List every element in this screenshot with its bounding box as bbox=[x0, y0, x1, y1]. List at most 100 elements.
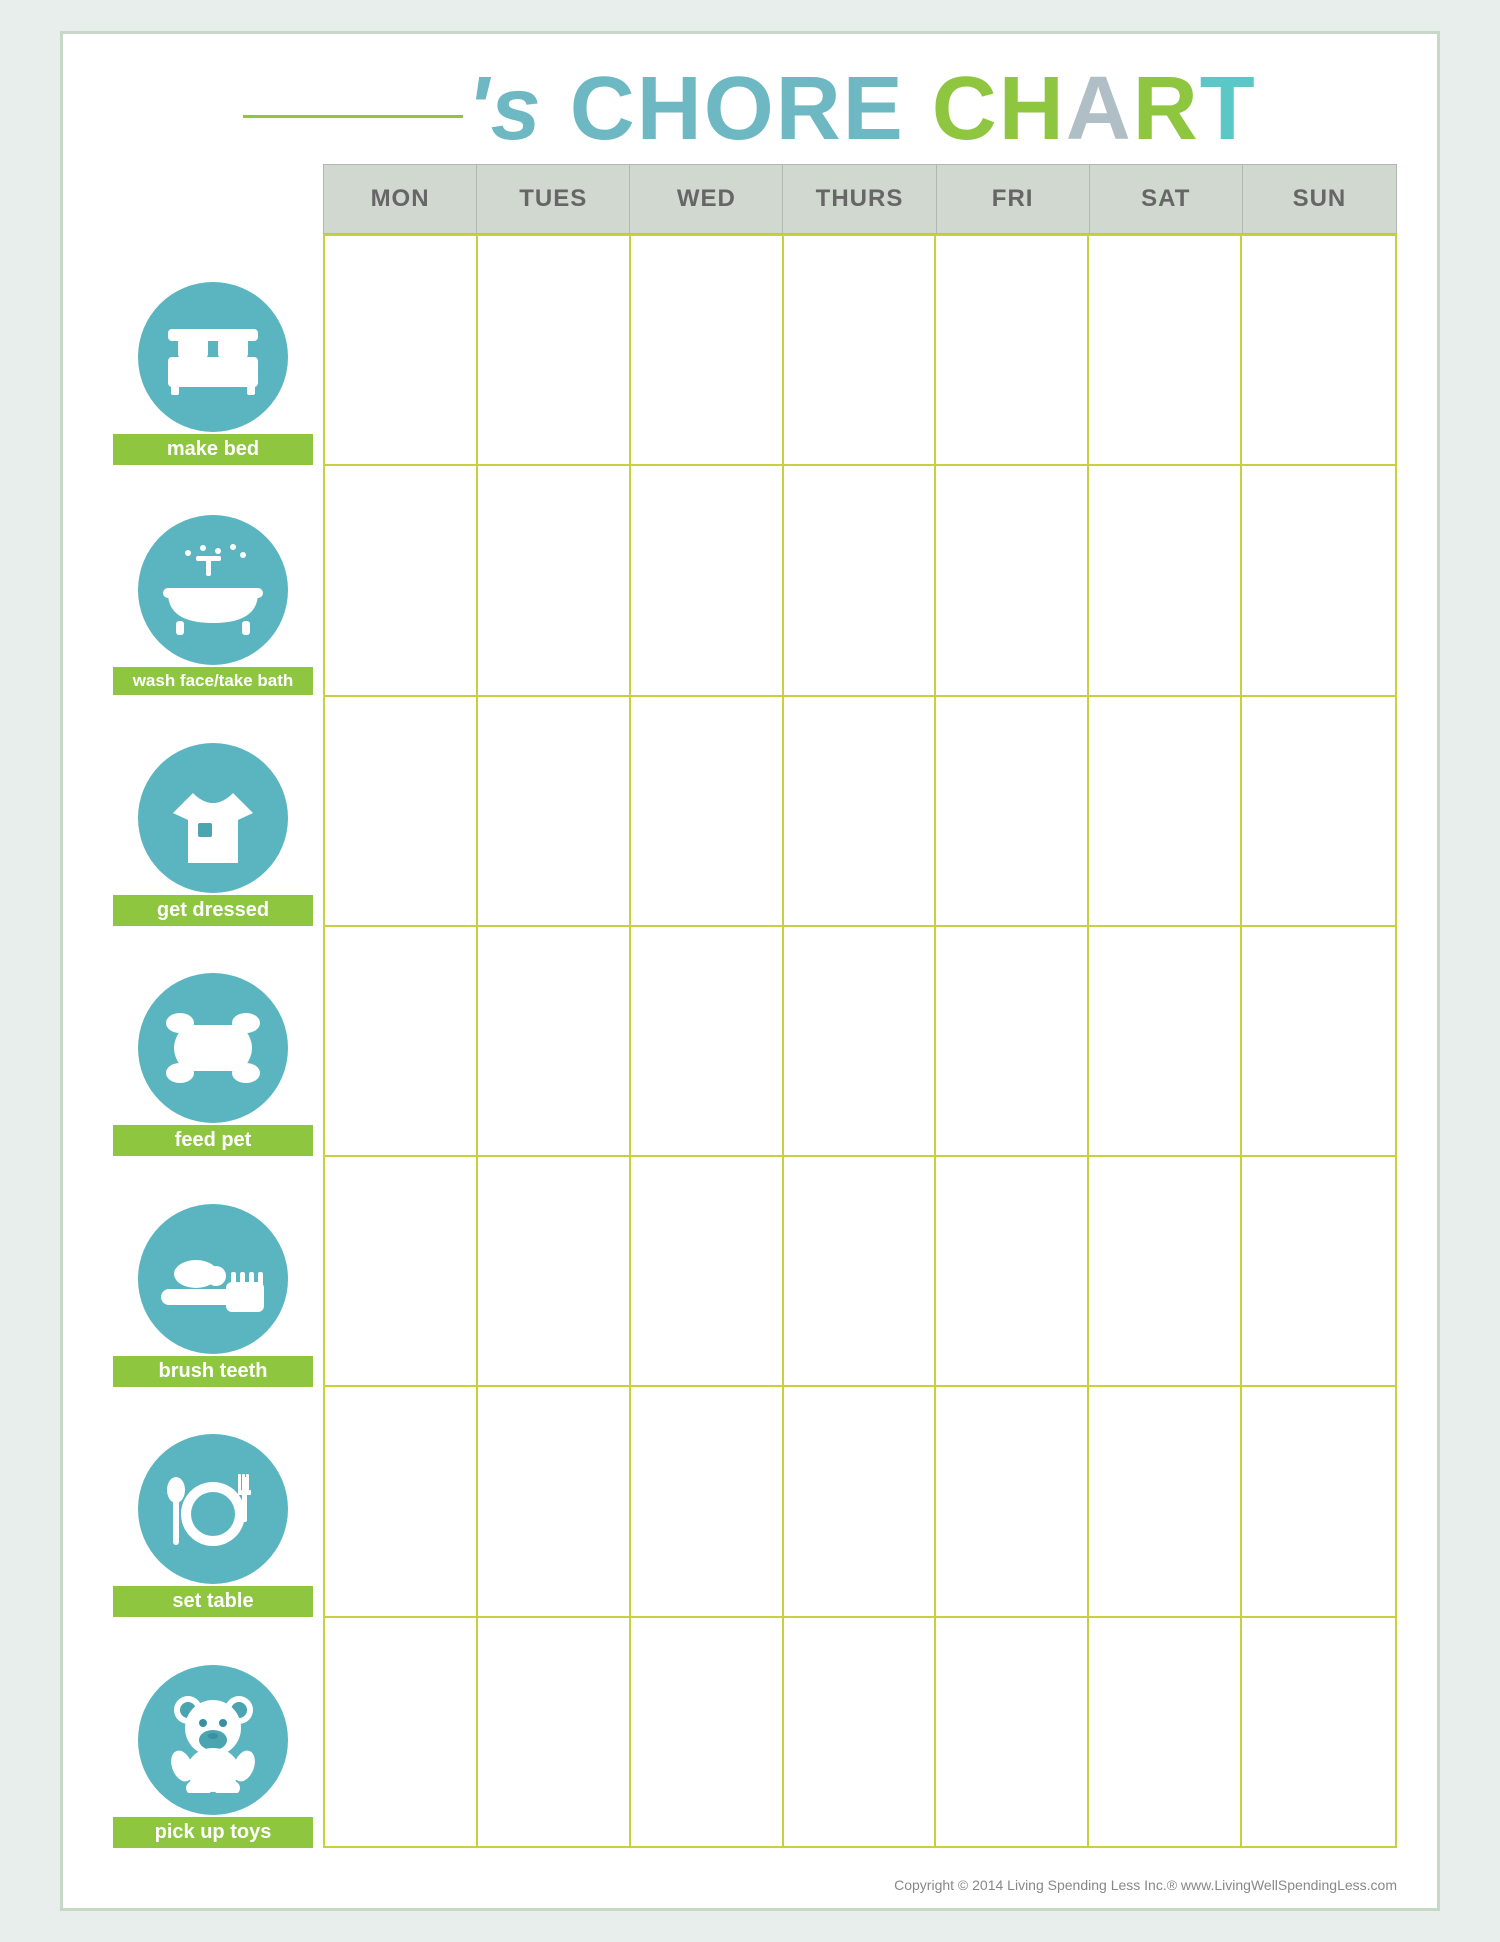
cell-get-dressed-tues[interactable] bbox=[478, 697, 631, 925]
toothbrush-icon bbox=[156, 1234, 271, 1324]
day-header-sun: SUN bbox=[1243, 165, 1396, 233]
chore-row-feed-pet bbox=[325, 927, 1395, 1157]
get-dressed-label: get dressed bbox=[113, 895, 313, 926]
cell-pick-up-toys-wed[interactable] bbox=[631, 1618, 784, 1846]
cell-brush-teeth-sun[interactable] bbox=[1242, 1157, 1395, 1385]
cell-set-table-fri[interactable] bbox=[936, 1387, 1089, 1615]
cell-wash-face-sat[interactable] bbox=[1089, 466, 1242, 694]
bone-icon bbox=[158, 1003, 268, 1093]
bath-icon bbox=[158, 543, 268, 638]
cell-brush-teeth-thurs[interactable] bbox=[784, 1157, 937, 1385]
day-header-wed: WED bbox=[630, 165, 783, 233]
cell-pick-up-toys-sun[interactable] bbox=[1242, 1618, 1395, 1846]
plate-icon bbox=[158, 1462, 268, 1557]
cell-get-dressed-fri[interactable] bbox=[936, 697, 1089, 925]
cell-feed-pet-sat[interactable] bbox=[1089, 927, 1242, 1155]
chore-column: make bed bbox=[103, 164, 323, 1848]
grid-area: MON TUES WED THURS FRI SAT SUN bbox=[323, 164, 1397, 1848]
chore-item-get-dressed: get dressed bbox=[103, 695, 323, 926]
cell-make-bed-mon[interactable] bbox=[325, 236, 478, 464]
day-header-tues: TUES bbox=[477, 165, 630, 233]
cell-get-dressed-sun[interactable] bbox=[1242, 697, 1395, 925]
brush-teeth-circle bbox=[138, 1204, 288, 1354]
chore-row-set-table bbox=[325, 1387, 1395, 1617]
copyright-text: Copyright © 2014 Living Spending Less In… bbox=[894, 1877, 1397, 1893]
chore-item-make-bed: make bed bbox=[103, 234, 323, 465]
chore-row-brush-teeth bbox=[325, 1157, 1395, 1387]
cell-make-bed-sat[interactable] bbox=[1089, 236, 1242, 464]
cell-set-table-sun[interactable] bbox=[1242, 1387, 1395, 1615]
cell-set-table-wed[interactable] bbox=[631, 1387, 784, 1615]
feed-pet-circle bbox=[138, 973, 288, 1123]
wash-face-label: wash face/take bath bbox=[113, 667, 313, 695]
chore-item-brush-teeth: brush teeth bbox=[103, 1156, 323, 1387]
cell-brush-teeth-tues[interactable] bbox=[478, 1157, 631, 1385]
cell-wash-face-wed[interactable] bbox=[631, 466, 784, 694]
cell-make-bed-thurs[interactable] bbox=[784, 236, 937, 464]
cell-set-table-tues[interactable] bbox=[478, 1387, 631, 1615]
title-apos-s: 's bbox=[467, 59, 569, 159]
cell-set-table-mon[interactable] bbox=[325, 1387, 478, 1615]
cell-make-bed-wed[interactable] bbox=[631, 236, 784, 464]
cell-get-dressed-wed[interactable] bbox=[631, 697, 784, 925]
cell-brush-teeth-mon[interactable] bbox=[325, 1157, 478, 1385]
cell-feed-pet-fri[interactable] bbox=[936, 927, 1089, 1155]
get-dressed-circle bbox=[138, 743, 288, 893]
set-table-circle bbox=[138, 1434, 288, 1584]
cell-set-table-thurs[interactable] bbox=[784, 1387, 937, 1615]
day-headers: MON TUES WED THURS FRI SAT SUN bbox=[323, 164, 1397, 234]
shirt-icon bbox=[168, 768, 258, 868]
cell-brush-teeth-sat[interactable] bbox=[1089, 1157, 1242, 1385]
cell-set-table-sat[interactable] bbox=[1089, 1387, 1242, 1615]
brush-teeth-label: brush teeth bbox=[113, 1356, 313, 1387]
cell-feed-pet-sun[interactable] bbox=[1242, 927, 1395, 1155]
cell-feed-pet-mon[interactable] bbox=[325, 927, 478, 1155]
title-chore: CHORE bbox=[570, 59, 932, 159]
cell-brush-teeth-wed[interactable] bbox=[631, 1157, 784, 1385]
chore-row-get-dressed bbox=[325, 697, 1395, 927]
cell-pick-up-toys-tues[interactable] bbox=[478, 1618, 631, 1846]
cell-wash-face-sun[interactable] bbox=[1242, 466, 1395, 694]
title-h: H bbox=[999, 59, 1066, 159]
cell-wash-face-thurs[interactable] bbox=[784, 466, 937, 694]
chore-item-feed-pet: feed pet bbox=[103, 926, 323, 1157]
chore-row-wash-face bbox=[325, 466, 1395, 696]
cell-feed-pet-wed[interactable] bbox=[631, 927, 784, 1155]
title-area: 's CHORE CHART bbox=[103, 64, 1397, 154]
day-header-mon: MON bbox=[324, 165, 477, 233]
cell-pick-up-toys-fri[interactable] bbox=[936, 1618, 1089, 1846]
cell-brush-teeth-fri[interactable] bbox=[936, 1157, 1089, 1385]
header-spacer bbox=[103, 164, 323, 234]
cell-make-bed-fri[interactable] bbox=[936, 236, 1089, 464]
chore-chart-page: 's CHORE CHART bbox=[60, 31, 1440, 1911]
cell-feed-pet-tues[interactable] bbox=[478, 927, 631, 1155]
name-underline bbox=[243, 115, 463, 118]
title-c: C bbox=[932, 59, 999, 159]
bed-icon bbox=[163, 317, 263, 397]
cell-pick-up-toys-sat[interactable] bbox=[1089, 1618, 1242, 1846]
cell-get-dressed-sat[interactable] bbox=[1089, 697, 1242, 925]
cell-feed-pet-thurs[interactable] bbox=[784, 927, 937, 1155]
chore-item-set-table: set table bbox=[103, 1387, 323, 1618]
cell-make-bed-sun[interactable] bbox=[1242, 236, 1395, 464]
feed-pet-label: feed pet bbox=[113, 1125, 313, 1156]
chore-item-wash-face: wash face/take bath bbox=[103, 465, 323, 696]
day-header-thurs: THURS bbox=[783, 165, 936, 233]
chore-row-pick-up-toys bbox=[325, 1618, 1395, 1846]
cell-pick-up-toys-mon[interactable] bbox=[325, 1618, 478, 1846]
cell-make-bed-tues[interactable] bbox=[478, 236, 631, 464]
chore-item-pick-up-toys: pick up toys bbox=[103, 1617, 323, 1848]
chore-row-make-bed bbox=[325, 236, 1395, 466]
cell-wash-face-fri[interactable] bbox=[936, 466, 1089, 694]
title-a: A bbox=[1066, 59, 1133, 159]
pick-up-toys-label: pick up toys bbox=[113, 1817, 313, 1848]
wash-face-circle bbox=[138, 515, 288, 665]
cell-wash-face-tues[interactable] bbox=[478, 466, 631, 694]
title-text: 's CHORE CHART bbox=[467, 59, 1256, 159]
cell-get-dressed-thurs[interactable] bbox=[784, 697, 937, 925]
cell-get-dressed-mon[interactable] bbox=[325, 697, 478, 925]
cell-pick-up-toys-thurs[interactable] bbox=[784, 1618, 937, 1846]
make-bed-circle bbox=[138, 282, 288, 432]
cell-wash-face-mon[interactable] bbox=[325, 466, 478, 694]
pick-up-toys-circle bbox=[138, 1665, 288, 1815]
